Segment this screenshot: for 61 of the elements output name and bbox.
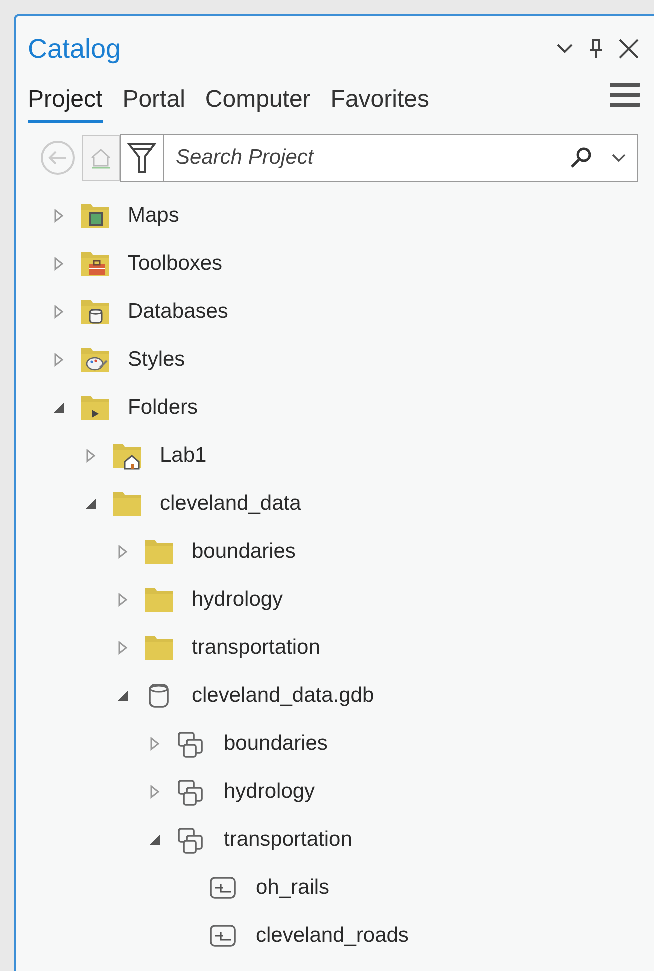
back-icon[interactable] [40, 140, 76, 176]
tree-item-label[interactable]: Maps [128, 204, 180, 228]
tab[interactable]: Project [28, 82, 103, 123]
tree-item-label[interactable]: cleveland_roads [256, 924, 409, 948]
tab[interactable]: Favorites [330, 82, 430, 123]
home-icon [89, 146, 113, 170]
dataset-icon [176, 826, 206, 854]
folder-icon [80, 394, 110, 422]
tree-item-label[interactable]: cleveland_data [160, 492, 302, 516]
tree-item-label[interactable]: oh_rails [256, 876, 330, 900]
expand-arrow-icon[interactable] [150, 737, 160, 751]
search-field[interactable]: Search Project [174, 145, 569, 171]
expand-arrow-icon[interactable] [86, 449, 96, 463]
tree-item-label[interactable]: Databases [128, 300, 228, 324]
close-icon[interactable] [618, 38, 640, 60]
dropdown-icon[interactable] [611, 153, 627, 163]
dataset-icon [176, 730, 206, 758]
expand-arrow-icon[interactable] [54, 353, 64, 367]
expand-arrow-icon[interactable] [54, 257, 64, 271]
expand-arrow-icon[interactable] [150, 785, 160, 799]
tab[interactable]: Computer [205, 82, 311, 123]
tree-item-label[interactable]: Toolboxes [128, 252, 223, 276]
tree-item-label[interactable]: Styles [128, 348, 186, 372]
tab[interactable]: Portal [122, 82, 186, 123]
folder-icon [144, 634, 174, 662]
expand-arrow-icon[interactable] [118, 641, 128, 655]
tree-item-label[interactable]: hydrology [224, 780, 316, 804]
tree-item-label[interactable]: hydrology [192, 588, 284, 612]
tree-item-label[interactable]: Lab1 [160, 444, 207, 468]
panel-title: Catalog [28, 34, 122, 64]
collapse-arrow-icon[interactable] [53, 402, 65, 414]
tree-item-label[interactable]: boundaries [192, 540, 296, 564]
tree-item-label[interactable]: transportation [224, 828, 352, 852]
collapse-arrow-icon[interactable] [149, 834, 161, 846]
expand-arrow-icon[interactable] [118, 593, 128, 607]
tree-item-label[interactable]: Folders [128, 396, 198, 420]
database-folder-icon [80, 298, 110, 326]
toolbox-folder-icon [80, 250, 110, 278]
line-layer-icon [208, 874, 238, 902]
collapse-arrow-icon[interactable] [85, 498, 97, 510]
expand-arrow-icon[interactable] [118, 545, 128, 559]
menu-icon[interactable] [610, 82, 640, 108]
folder-icon [144, 586, 174, 614]
expand-arrow-icon[interactable] [54, 209, 64, 223]
palette-folder-icon [80, 346, 110, 374]
collapse-arrow-icon[interactable] [117, 690, 129, 702]
line-layer-icon [208, 922, 238, 950]
map-folder-icon [80, 202, 110, 230]
folder-icon [144, 538, 174, 566]
dataset-icon [176, 778, 206, 806]
home-folder-icon [112, 442, 142, 470]
tree-item-label[interactable]: cleveland_data.gdb [192, 684, 374, 708]
tree-item-label[interactable]: transportation [192, 636, 320, 660]
pin-icon[interactable] [588, 38, 604, 60]
folder-icon [112, 490, 142, 518]
tree-item-label[interactable]: boundaries [224, 732, 328, 756]
search-bar[interactable]: Search Project [164, 134, 638, 182]
search-icon[interactable] [569, 146, 593, 170]
filter-button[interactable] [120, 134, 164, 182]
expand-arrow-icon[interactable] [54, 305, 64, 319]
dropdown-icon[interactable] [556, 43, 574, 55]
